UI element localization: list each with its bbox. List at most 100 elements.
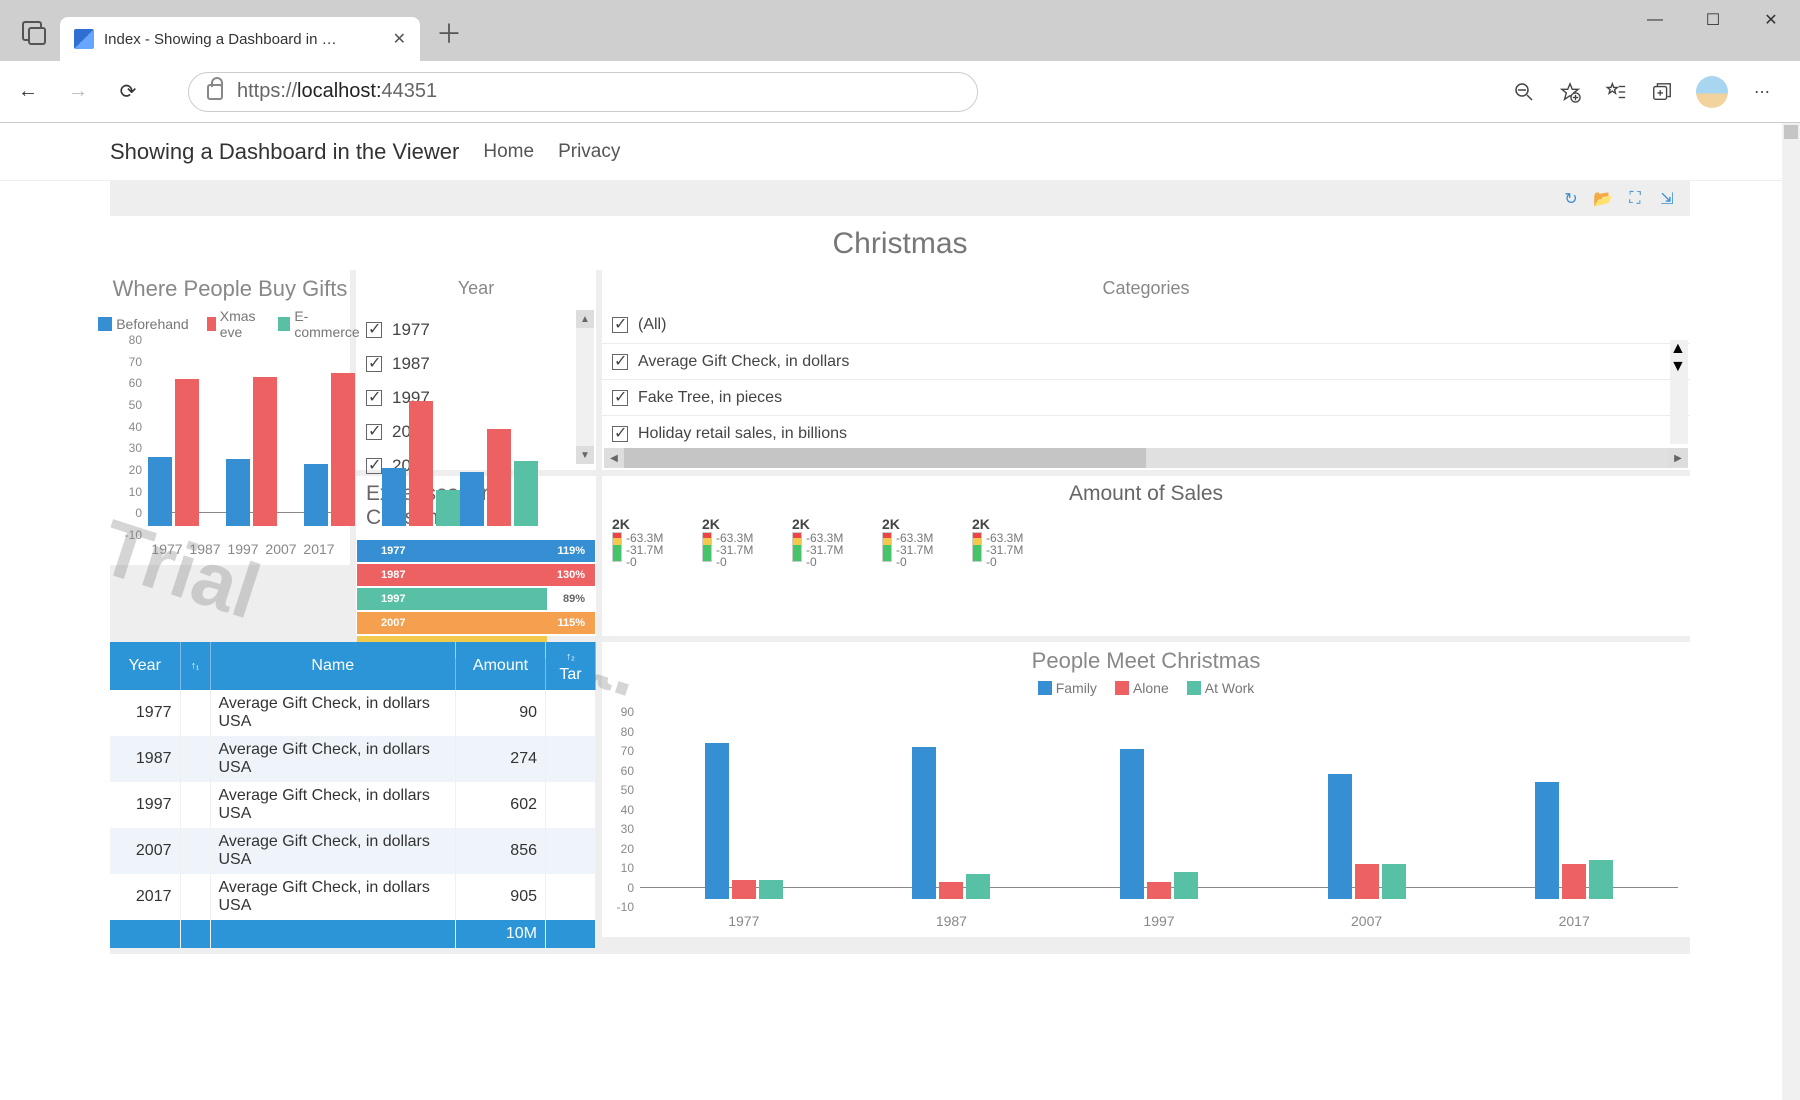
- more-menu-icon[interactable]: ⋯: [1750, 80, 1774, 104]
- scroll-right-icon[interactable]: ▶: [1668, 448, 1688, 468]
- col-name[interactable]: Name: [210, 642, 456, 690]
- chart-title: Where People Buy Gifts: [110, 270, 350, 302]
- refresh-dashboard-icon[interactable]: ↻: [1562, 190, 1580, 208]
- nav-home-link[interactable]: Home: [483, 141, 534, 163]
- sales-gauge: 2K -63.3M-31.7M-0: [882, 516, 944, 568]
- profile-avatar[interactable]: [1696, 76, 1728, 108]
- bar-group: [912, 712, 990, 907]
- bar-group: [1328, 712, 1406, 907]
- back-button[interactable]: ←: [8, 72, 48, 112]
- gauge-bar-icon: [612, 532, 622, 562]
- table-footer-row[interactable]: 10M: [110, 920, 596, 948]
- sales-gauge: 2K -63.3M-31.7M-0: [702, 516, 764, 568]
- table-row[interactable]: 1987 Average Gift Check, in dollars USA …: [110, 736, 596, 782]
- table-row[interactable]: 1997 Average Gift Check, in dollars USA …: [110, 782, 596, 828]
- gauge-bar-icon: [972, 532, 982, 562]
- expense-bar: 1987130%: [357, 564, 595, 586]
- checkbox-icon[interactable]: [366, 322, 382, 338]
- col-amount[interactable]: Amount: [456, 642, 546, 690]
- dashboard-container: ↻ 📂 ⛶ ⇲ Christmas Year 19771987199720072…: [110, 181, 1690, 954]
- sales-gauge: 2K -63.3M-31.7M-0: [792, 516, 854, 568]
- gauge-bar-icon: [882, 532, 892, 562]
- nav-privacy-link[interactable]: Privacy: [558, 141, 620, 163]
- site-favicon-icon: [74, 29, 94, 49]
- maximize-button[interactable]: ☐: [1684, 0, 1742, 40]
- favorite-add-icon[interactable]: [1558, 80, 1582, 104]
- dashboard-title: Christmas: [110, 216, 1690, 270]
- gauge-bar-icon: [702, 532, 712, 562]
- browser-address-bar: ← → ⟳ https://localhost:44351 ⋯: [0, 61, 1800, 123]
- browser-tab-strip: Index - Showing a Dashboard in … ✕ ＋ — ☐…: [0, 0, 1800, 61]
- chart-legend: Family Alone At Work: [602, 674, 1690, 702]
- scroll-up-icon[interactable]: ▲: [1670, 340, 1688, 358]
- url-input[interactable]: https://localhost:44351: [188, 72, 978, 112]
- checkbox-icon[interactable]: [612, 426, 628, 442]
- expense-bar: 199789%: [357, 588, 595, 610]
- bar-group: [382, 340, 460, 535]
- table-row[interactable]: 2017 Average Gift Check, in dollars USA …: [110, 874, 596, 920]
- categories-scrollbar-h[interactable]: ◀ ▶: [604, 448, 1688, 468]
- tab-title: Index - Showing a Dashboard in …: [104, 31, 383, 48]
- categories-filter-title: Categories: [602, 270, 1690, 307]
- categories-filter-panel: Categories (All)Average Gift Check, in d…: [602, 270, 1690, 470]
- expense-bar: 1977119%: [357, 540, 595, 562]
- checkbox-icon[interactable]: [612, 317, 628, 333]
- fullscreen-icon[interactable]: ⛶: [1626, 190, 1644, 208]
- category-all[interactable]: (All): [602, 307, 1690, 343]
- category-option[interactable]: Average Gift Check, in dollars: [602, 343, 1690, 379]
- scroll-down-icon[interactable]: ▼: [576, 446, 594, 464]
- collections-icon[interactable]: [1650, 80, 1674, 104]
- close-tab-icon[interactable]: ✕: [393, 29, 406, 49]
- page-viewport: Showing a Dashboard in the Viewer Home P…: [0, 123, 1800, 1100]
- new-tab-button[interactable]: ＋: [436, 14, 462, 51]
- sales-gauge: 2K -63.3M-31.7M-0: [612, 516, 674, 568]
- table-row[interactable]: 1977 Average Gift Check, in dollars USA …: [110, 690, 596, 736]
- refresh-button[interactable]: ⟳: [108, 72, 148, 112]
- chart-title: People Meet Christmas: [602, 642, 1690, 674]
- categories-scrollbar-v[interactable]: ▲ ▼: [1670, 340, 1688, 444]
- scroll-up-icon[interactable]: ▲: [576, 310, 594, 328]
- table-row[interactable]: 2007 Average Gift Check, in dollars USA …: [110, 828, 596, 874]
- forward-button: →: [58, 72, 98, 112]
- scroll-down-icon[interactable]: ▼: [1670, 358, 1688, 376]
- bar-group: [1535, 712, 1613, 907]
- bar-group: [304, 340, 382, 535]
- minimize-button[interactable]: —: [1626, 0, 1684, 40]
- window-controls: — ☐ ✕: [1626, 0, 1800, 40]
- checkbox-icon[interactable]: [612, 354, 628, 370]
- people-meet-christmas-chart: People Meet Christmas Family Alone At Wo…: [602, 642, 1690, 937]
- expense-bar: 2007115%: [357, 612, 595, 634]
- page-scrollbar[interactable]: [1782, 123, 1800, 1100]
- bar-group: [1120, 712, 1198, 907]
- export-icon[interactable]: ⇲: [1658, 190, 1676, 208]
- site-title: Showing a Dashboard in the Viewer: [110, 139, 459, 165]
- bar-group: [226, 340, 304, 535]
- bar-group: [148, 340, 226, 535]
- site-header: Showing a Dashboard in the Viewer Home P…: [0, 123, 1800, 181]
- category-option[interactable]: Fake Tree, in pieces: [602, 379, 1690, 415]
- col-year[interactable]: Year: [110, 642, 180, 690]
- zoom-out-icon[interactable]: [1512, 80, 1536, 104]
- favorites-list-icon[interactable]: [1604, 80, 1628, 104]
- col-target[interactable]: ↑₂ Tar: [546, 642, 596, 690]
- open-dashboard-icon[interactable]: 📂: [1594, 190, 1612, 208]
- sales-title: Amount of Sales: [602, 476, 1690, 512]
- year-scrollbar[interactable]: ▲ ▼: [576, 310, 594, 464]
- year-filter-title: Year: [356, 270, 596, 307]
- data-table-panel: Year ↑₁ Name Amount ↑₂ Tar 1977 Average …: [110, 642, 596, 948]
- where-people-buy-gifts-chart: Where People Buy Gifts Beforehand Xmas e…: [110, 270, 350, 565]
- category-option[interactable]: Holiday retail sales, in billions: [602, 415, 1690, 451]
- close-window-button[interactable]: ✕: [1742, 0, 1800, 40]
- checkbox-icon[interactable]: [612, 390, 628, 406]
- dashboard-toolbar: ↻ 📂 ⛶ ⇲: [110, 181, 1690, 216]
- col-sort1[interactable]: ↑₁: [180, 642, 210, 690]
- bar-group: [705, 712, 783, 907]
- scroll-left-icon[interactable]: ◀: [604, 448, 624, 468]
- bar-group: [460, 340, 538, 535]
- tab-actions-icon[interactable]: [22, 21, 42, 41]
- gauge-bar-icon: [792, 532, 802, 562]
- amount-of-sales-panel: Amount of Sales 2K -63.3M-31.7M-0 2K -63…: [602, 476, 1690, 636]
- lock-icon: [207, 84, 223, 100]
- data-table: Year ↑₁ Name Amount ↑₂ Tar 1977 Average …: [110, 642, 596, 948]
- browser-tab[interactable]: Index - Showing a Dashboard in … ✕: [60, 17, 420, 61]
